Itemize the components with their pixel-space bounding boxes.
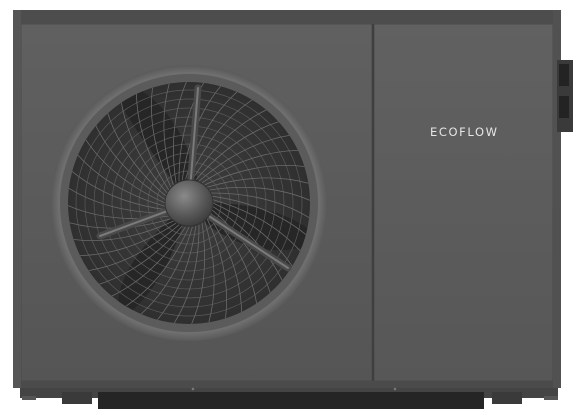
pipe-connector-icon: [557, 60, 573, 132]
brand-logo: ECOFLOW: [430, 125, 499, 139]
heat-pump-unit: [13, 10, 573, 409]
fan-hub-icon: [164, 179, 214, 227]
